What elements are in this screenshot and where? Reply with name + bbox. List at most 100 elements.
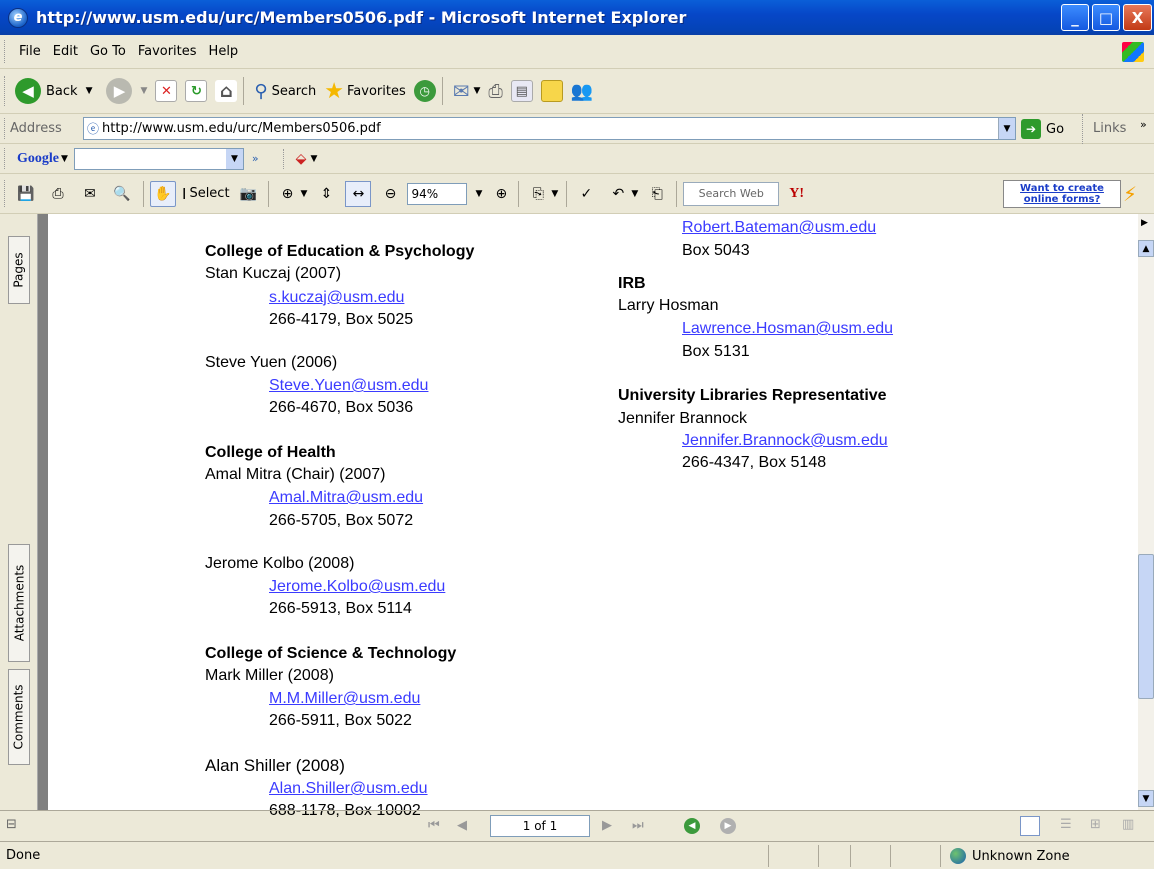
doc-email[interactable]: Robert.Bateman@usm.edu — [682, 217, 876, 240]
rotate-icon[interactable]: ⎘ — [525, 181, 551, 207]
address-label: Address — [10, 121, 62, 136]
zoom-dropdown-icon[interactable]: ▼ — [475, 189, 482, 199]
acrobat-icon[interactable]: ⬙ — [296, 151, 307, 167]
scroll-up-icon[interactable]: ▲ — [1138, 240, 1154, 257]
fit-width-icon[interactable]: ↔ — [345, 180, 372, 207]
address-dropdown-icon[interactable]: ▼ — [998, 118, 1015, 139]
go-button[interactable]: ➔ Go — [1021, 119, 1064, 139]
search-button[interactable]: ⚲ Search — [254, 81, 316, 102]
select-tool-button[interactable]: Ⅰ Select — [182, 185, 230, 203]
copy-icon[interactable]: ⎗ — [644, 181, 670, 207]
note-icon — [540, 80, 563, 102]
doc-email[interactable]: Steve.Yuen@usm.edu — [269, 375, 428, 398]
doc-email[interactable]: Jennifer.Brannock@usm.edu — [682, 430, 888, 453]
page-number-input[interactable]: 1 of 1 — [490, 815, 590, 837]
email-icon[interactable]: ✉ — [77, 181, 103, 207]
next-page-icon[interactable]: ▶ — [602, 818, 612, 833]
last-page-icon[interactable]: ⏭ — [632, 818, 644, 833]
facing-icon[interactable]: ⊞ — [1090, 817, 1101, 832]
back-button[interactable]: ◀ Back ▼ — [15, 78, 92, 104]
doc-name: Mark Miller (2008) — [205, 667, 334, 684]
menu-go-to[interactable]: Go To — [90, 44, 126, 59]
doc-email[interactable]: Amal.Mitra@usm.edu — [269, 487, 423, 510]
stop-button[interactable]: ✕ — [155, 80, 178, 102]
doc-email[interactable]: Alan.Shiller@usm.edu — [269, 778, 428, 801]
doc-email[interactable]: s.kuczaj@usm.edu — [269, 287, 404, 310]
doc-heading: College of Science & Technology — [205, 645, 457, 662]
previous-view-icon[interactable]: ◀ — [684, 818, 700, 834]
google-logo[interactable]: Google — [17, 151, 59, 167]
stop-icon: ✕ — [155, 80, 178, 102]
doc-name: Stan Kuczaj (2007) — [205, 265, 342, 282]
scroll-down-icon[interactable]: ▼ — [1138, 790, 1154, 807]
minimize-button[interactable]: _ — [1061, 4, 1089, 31]
zoom-plus-icon[interactable]: ⊕ — [488, 181, 514, 207]
page-up-arrow-icon[interactable]: ▶ — [1141, 218, 1148, 228]
first-page-icon[interactable]: ⏮ — [428, 818, 440, 833]
snapshot-icon[interactable]: 📷 — [236, 181, 262, 207]
address-input[interactable]: ⓔ http://www.usm.edu/urc/Members0506.pdf… — [83, 117, 1016, 140]
doc-email[interactable]: Jerome.Kolbo@usm.edu — [269, 576, 445, 599]
search-icon: ⚲ — [254, 80, 268, 102]
edit-icon: ▤ — [510, 80, 533, 102]
search-web-input[interactable]: Search Web — [683, 181, 780, 206]
refresh-button[interactable]: ↻ — [185, 80, 208, 102]
undo-icon[interactable]: ↶ — [605, 181, 631, 207]
tab-comments[interactable]: Comments — [8, 669, 30, 765]
zoom-level-input[interactable]: 94% — [407, 182, 468, 205]
single-page-icon[interactable] — [1020, 816, 1040, 836]
doc-info: 266-4347, Box 5148 — [682, 454, 827, 471]
text-select-icon: Ⅰ — [182, 184, 187, 203]
back-dropdown-icon[interactable]: ▼ — [86, 86, 93, 96]
google-search-input[interactable]: ▼ — [73, 147, 244, 170]
forward-button[interactable]: ▶ ▼ — [100, 78, 147, 104]
actual-size-icon[interactable]: ⇕ — [313, 181, 339, 207]
find-icon[interactable]: 🔍 — [109, 181, 135, 207]
close-button[interactable]: X — [1123, 4, 1152, 31]
messenger-button[interactable]: 👥 — [571, 81, 593, 102]
next-view-icon[interactable]: ▶ — [720, 818, 736, 834]
doc-name: Jennifer Brannock — [618, 410, 747, 427]
home-button[interactable]: ⌂ — [215, 80, 238, 102]
doc-name: Steve Yuen (2006) — [205, 354, 338, 371]
window-title: http://www.usm.edu/urc/Members0506.pdf -… — [36, 8, 687, 27]
doc-name: Alan Shiller (2008) — [205, 756, 345, 775]
previous-page-icon[interactable]: ◀ — [457, 818, 467, 833]
print-pdf-icon[interactable]: ⎙ — [45, 181, 71, 207]
windows-flag-icon — [1122, 42, 1144, 62]
zoom-out-icon[interactable]: ⊖ — [377, 181, 403, 207]
scroll-thumb[interactable] — [1138, 554, 1154, 699]
ad-banner[interactable]: Want to create online forms? — [1003, 180, 1121, 208]
tab-pages[interactable]: Pages — [8, 236, 30, 304]
continuous-icon[interactable]: ☰ — [1060, 817, 1072, 832]
tab-attachments[interactable]: Attachments — [8, 544, 30, 662]
doc-email[interactable]: M.M.Miller@usm.edu — [269, 688, 420, 711]
mail-button[interactable]: ✉ ▼ — [453, 79, 481, 103]
links-chevron-icon[interactable]: » — [1140, 118, 1147, 131]
doc-info: 266-5705, Box 5072 — [269, 512, 414, 529]
options-icon[interactable]: ⊟ — [6, 817, 17, 832]
menu-edit[interactable]: Edit — [53, 44, 78, 59]
vertical-scrollbar[interactable]: ▶ ▲ ▼ — [1138, 214, 1154, 810]
doc-email[interactable]: Lawrence.Hosman@usm.edu — [682, 318, 893, 341]
save-icon[interactable]: 💾 — [13, 181, 39, 207]
menu-favorites[interactable]: Favorites — [138, 44, 197, 59]
print-icon: ⎙ — [488, 80, 503, 102]
google-chevron-icon[interactable]: » — [252, 152, 259, 165]
favorites-button[interactable]: ★ Favorites — [324, 79, 405, 104]
edit-button[interactable]: ▤ — [510, 80, 533, 102]
zoom-in-icon[interactable]: ⊕ — [275, 181, 301, 207]
menu-file[interactable]: File — [19, 44, 41, 59]
spellcheck-icon[interactable]: ✓ — [573, 181, 599, 207]
menu-help[interactable]: Help — [209, 44, 239, 59]
yahoo-icon[interactable]: Y! — [789, 186, 804, 202]
history-button[interactable]: ◷ — [413, 80, 436, 102]
globe-icon — [950, 848, 966, 864]
continuous-facing-icon[interactable]: ▥ — [1122, 817, 1134, 832]
discuss-button[interactable] — [540, 80, 563, 102]
print-button[interactable]: ⎙ — [488, 81, 502, 102]
hand-tool-icon[interactable]: ✋ — [150, 180, 176, 207]
mail-icon: ✉ — [452, 79, 470, 103]
links-label[interactable]: Links — [1093, 121, 1126, 136]
maximize-button[interactable]: □ — [1092, 4, 1120, 31]
